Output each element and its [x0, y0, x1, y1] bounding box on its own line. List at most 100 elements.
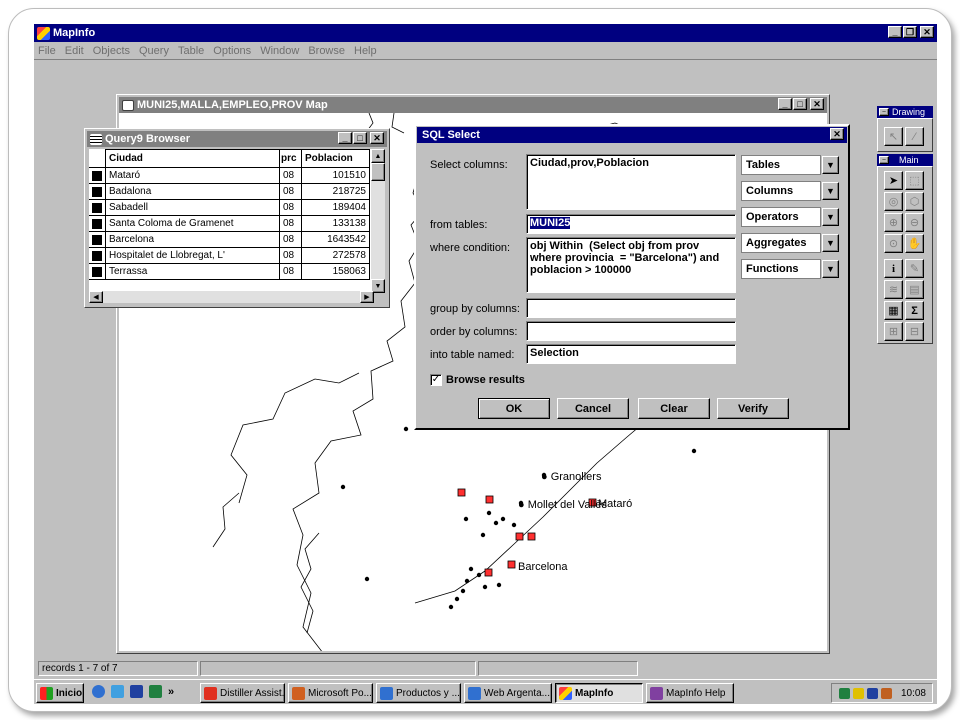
menu-options[interactable]: Options: [213, 45, 251, 57]
table-row[interactable]: Terrassa 08 158063: [89, 263, 370, 280]
select-columns-field[interactable]: Ciudad,prov,Poblacion: [526, 154, 736, 210]
desktop-icon[interactable]: [149, 685, 162, 698]
tray-icon-1[interactable]: [838, 687, 850, 699]
grabber-hand-icon[interactable]: ✋: [905, 234, 924, 253]
drawing-palette-titlebar[interactable]: – Drawing: [877, 106, 933, 118]
cancel-button[interactable]: Cancel: [557, 398, 629, 419]
column-header-prov[interactable]: prc: [279, 149, 302, 168]
sum-icon[interactable]: Σ: [905, 301, 924, 320]
zoom-in-icon[interactable]: ⊕: [884, 213, 903, 232]
functions-dropdown[interactable]: Functions ▼: [741, 259, 839, 279]
table-row[interactable]: Sabadell 08 189404: [89, 199, 370, 216]
statistics-window-icon[interactable]: ▦: [884, 301, 903, 320]
taskbar-item-distiller[interactable]: Distiller Assist...: [200, 683, 285, 703]
verify-button[interactable]: Verify: [717, 398, 789, 419]
taskbar-item-productos[interactable]: Productos y ...: [376, 683, 461, 703]
where-condition-field[interactable]: obj Within (Select obj from prov where p…: [526, 237, 736, 293]
from-tables-field[interactable]: MUNI25: [526, 214, 736, 234]
scroll-left-arrow-icon[interactable]: ◀: [89, 291, 103, 303]
row-selector[interactable]: [89, 263, 106, 280]
into-table-field[interactable]: Selection: [526, 344, 736, 364]
tray-icon-2[interactable]: [852, 687, 864, 699]
tray-icon-3[interactable]: [866, 687, 878, 699]
menu-file[interactable]: File: [38, 45, 56, 57]
taskbar-item-mapinfo[interactable]: MapInfo: [555, 683, 643, 703]
show-legend-icon[interactable]: ⊞: [884, 322, 903, 341]
app-minimize-button[interactable]: _: [888, 26, 902, 38]
chevron-down-icon[interactable]: ▼: [822, 156, 839, 174]
browse-results-checkbox[interactable]: ✓ Browse results: [430, 374, 525, 386]
table-row[interactable]: Santa Coloma de Gramenet 08 133138: [89, 215, 370, 232]
operators-dropdown[interactable]: Operators ▼: [741, 207, 839, 227]
app-titlebar[interactable]: MapInfo _ ❐ ✕: [34, 24, 937, 42]
scroll-up-arrow-icon[interactable]: ▲: [371, 149, 385, 163]
tables-dropdown[interactable]: Tables ▼: [741, 155, 839, 175]
info-icon[interactable]: i: [884, 259, 903, 278]
menu-edit[interactable]: Edit: [65, 45, 84, 57]
tray-icon-4[interactable]: [880, 687, 892, 699]
browser-maximize-button[interactable]: □: [353, 132, 367, 144]
column-header-ciudad[interactable]: Ciudad: [105, 149, 280, 168]
clear-button[interactable]: Clear: [638, 398, 710, 419]
table-row[interactable]: Hospitalet de Llobregat, L' 08 272578: [89, 247, 370, 264]
polygon-select-icon[interactable]: ⬡: [905, 192, 924, 211]
browser-vertical-scrollbar[interactable]: ▲ ▼: [371, 149, 385, 293]
app-restore-button[interactable]: ❐: [903, 26, 917, 38]
aggregates-dropdown[interactable]: Aggregates ▼: [741, 233, 839, 253]
line-tool-icon[interactable]: ⁄: [905, 127, 924, 146]
channel-icon[interactable]: [130, 685, 143, 698]
row-selector[interactable]: [89, 183, 106, 200]
chevron-down-icon[interactable]: ▼: [822, 208, 839, 226]
browser-close-button[interactable]: ✕: [370, 132, 384, 144]
scroll-thumb[interactable]: [371, 163, 385, 181]
map-window-titlebar[interactable]: MUNI25,MALLA,EMPLEO,PROV Map _ □ ✕: [119, 97, 827, 113]
browser-titlebar[interactable]: Query9 Browser _ □ ✕: [87, 131, 387, 147]
scroll-right-arrow-icon[interactable]: ▶: [360, 291, 374, 303]
row-selector[interactable]: [89, 247, 106, 264]
quick-launch-chevron[interactable]: »: [168, 686, 174, 698]
radius-select-icon[interactable]: ◎: [884, 192, 903, 211]
outlook-express-icon[interactable]: [111, 685, 124, 698]
clock[interactable]: 10:08: [901, 688, 926, 699]
map-minimize-button[interactable]: _: [778, 98, 792, 110]
sql-dialog-titlebar[interactable]: SQL Select ✕: [417, 127, 847, 143]
menu-objects[interactable]: Objects: [93, 45, 130, 57]
symbol-tool-icon[interactable]: ↖: [884, 127, 903, 146]
layer-control-icon[interactable]: ▤: [905, 280, 924, 299]
columns-dropdown[interactable]: Columns ▼: [741, 181, 839, 201]
menu-help[interactable]: Help: [354, 45, 377, 57]
ok-button[interactable]: OK: [478, 398, 550, 419]
menu-query[interactable]: Query: [139, 45, 169, 57]
browser-minimize-button[interactable]: _: [338, 132, 352, 144]
change-view-icon[interactable]: ⊙: [884, 234, 903, 253]
group-by-field[interactable]: [526, 298, 736, 318]
row-selector[interactable]: [89, 167, 106, 184]
main-palette-titlebar[interactable]: – Main: [877, 154, 933, 166]
row-selector[interactable]: [89, 231, 106, 248]
taskbar-item-web-argenta[interactable]: Web Argenta...: [464, 683, 552, 703]
menu-table[interactable]: Table: [178, 45, 204, 57]
app-close-button[interactable]: ✕: [920, 26, 934, 38]
palette-menu-icon[interactable]: –: [879, 156, 889, 164]
row-selector[interactable]: [89, 199, 106, 216]
taskbar-item-powerpoint[interactable]: Microsoft Po...: [288, 683, 373, 703]
table-row[interactable]: Mataró 08 101510: [89, 167, 370, 184]
show-statistics-icon[interactable]: ⊟: [905, 322, 924, 341]
palette-menu-icon[interactable]: –: [879, 108, 889, 116]
order-by-field[interactable]: [526, 321, 736, 341]
row-selector[interactable]: [89, 215, 106, 232]
map-close-button[interactable]: ✕: [810, 98, 824, 110]
sql-dialog-close-button[interactable]: ✕: [830, 128, 844, 140]
chevron-down-icon[interactable]: ▼: [822, 260, 839, 278]
chevron-down-icon[interactable]: ▼: [822, 182, 839, 200]
zoom-out-icon[interactable]: ⊖: [905, 213, 924, 232]
browser-horizontal-scrollbar[interactable]: ◀ ▶: [89, 291, 374, 303]
column-header-poblacion[interactable]: Poblacion: [301, 149, 370, 168]
drag-window-icon[interactable]: ≋: [884, 280, 903, 299]
select-arrow-icon[interactable]: ➤: [884, 171, 903, 190]
start-button[interactable]: Inicio: [36, 683, 84, 703]
menu-window[interactable]: Window: [260, 45, 299, 57]
chevron-down-icon[interactable]: ▼: [822, 234, 839, 252]
table-row[interactable]: Barcelona 08 1643542: [89, 231, 370, 248]
taskbar-item-mapinfo-help[interactable]: MapInfo Help: [646, 683, 734, 703]
